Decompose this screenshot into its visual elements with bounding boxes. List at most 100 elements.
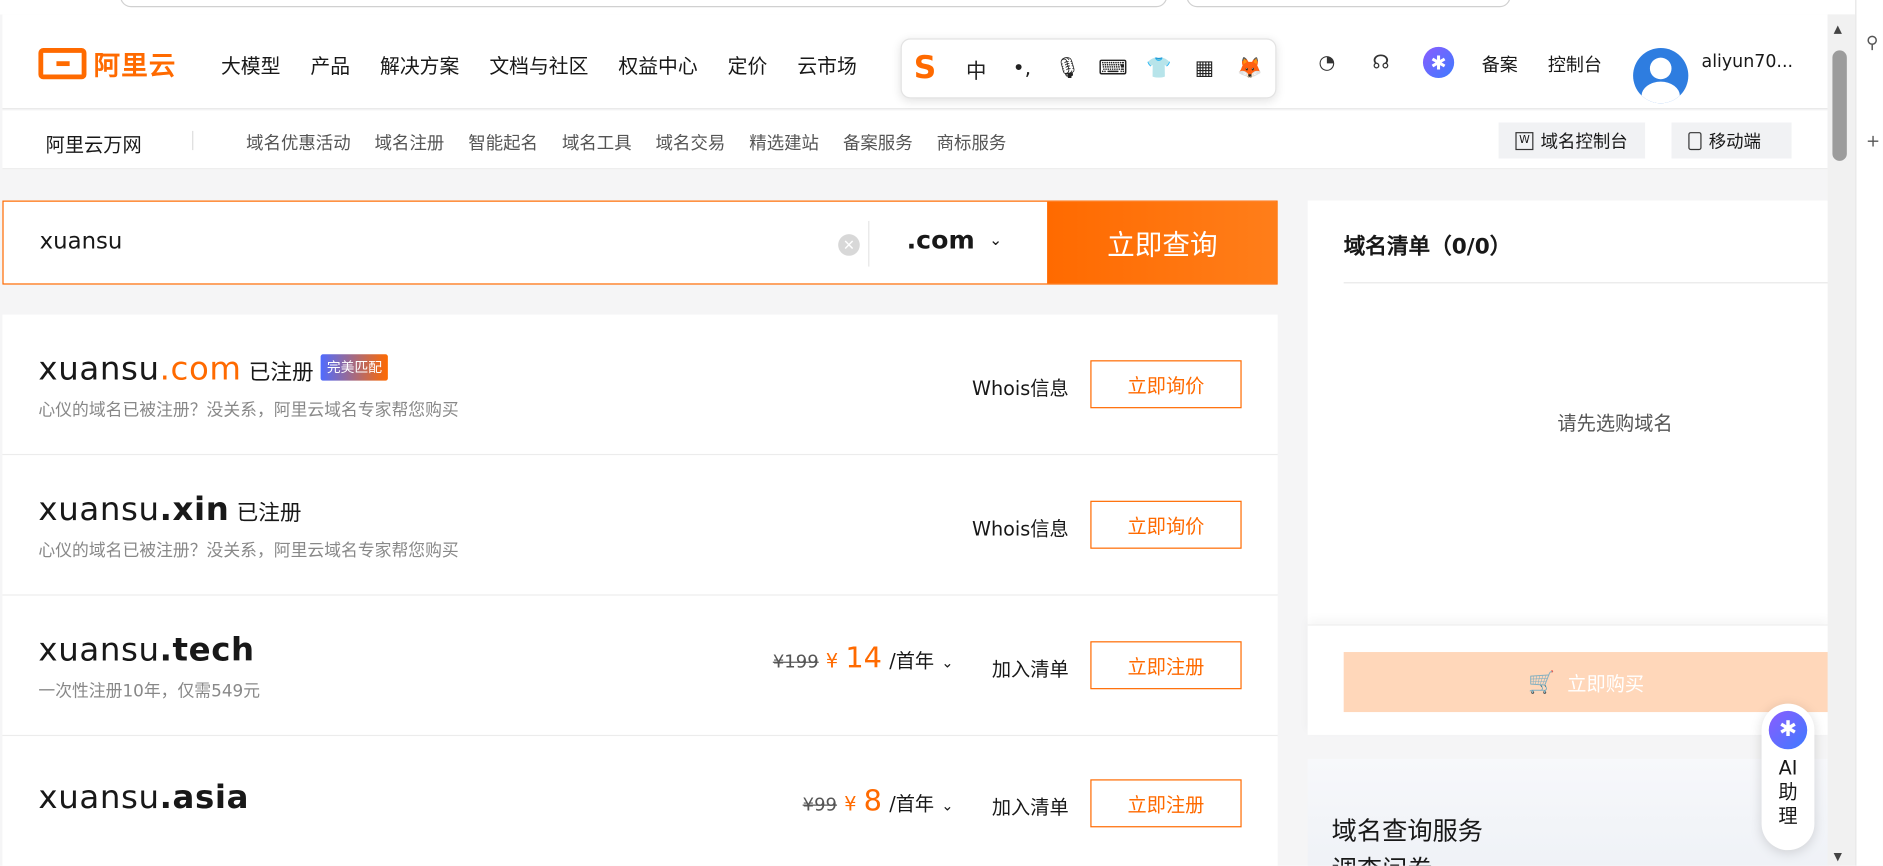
cart-footer: 🛒 立即购买 — [1307, 624, 1829, 734]
keyboard-icon[interactable]: ⌨ — [1098, 54, 1127, 83]
domain-label: xuansu — [38, 491, 160, 529]
ai-assistant-icon[interactable]: ✱ — [1422, 46, 1455, 79]
nav-item-pricing[interactable]: 定价 — [728, 50, 768, 79]
domain-console-button[interactable]: W 域名控制台 — [1498, 122, 1645, 159]
perfect-match-badge: 完美匹配 — [320, 354, 389, 381]
domain-service-banner[interactable]: 域名查询服务 调查问卷 — [1307, 758, 1829, 866]
add-icon[interactable]: + — [1866, 132, 1880, 151]
aliyun-logo-icon — [38, 48, 87, 80]
shopping-cart-icon: 🛒 — [1528, 669, 1556, 695]
beian-link[interactable]: 备案 — [1482, 52, 1518, 77]
mobile-button[interactable]: 移动端 — [1671, 122, 1792, 159]
domain-name: xuansu.xin 已注册 — [38, 491, 301, 528]
domain-name: xuansu.asia — [38, 779, 249, 816]
sogou-ime-icon[interactable]: S — [914, 53, 945, 84]
user-avatar[interactable] — [1633, 48, 1689, 104]
domain-label: xuansu — [38, 631, 160, 669]
clear-input-icon[interactable]: ✕ — [838, 234, 860, 256]
search-button[interactable]: 立即查询 — [1047, 201, 1278, 284]
username[interactable]: aliyun70... — [1702, 53, 1793, 72]
headset-support-icon[interactable]: ☊ — [1368, 48, 1394, 74]
domain-tld: .com — [159, 350, 242, 388]
aliyun-logo[interactable]: 阿里云 — [38, 44, 176, 82]
mascot-icon[interactable]: 🦊 — [1236, 54, 1265, 83]
whois-link[interactable]: Whois信息 — [972, 372, 1069, 401]
price-block[interactable]: ¥199 ¥ 14 /首年 ⌄ — [773, 641, 954, 675]
chevron-down-icon: ⌄ — [941, 797, 954, 815]
ime-lang-toggle[interactable]: 中 — [962, 54, 991, 83]
page-scrollbar[interactable]: ▲ ▼ — [1827, 14, 1856, 866]
inquire-button[interactable]: 立即询价 — [1090, 500, 1242, 549]
cart-divider — [1343, 282, 1829, 284]
console-link[interactable]: 控制台 — [1548, 52, 1602, 77]
domain-tld: .xin — [159, 491, 230, 529]
chevron-down-icon: ⌄ — [989, 231, 1003, 250]
search-icon[interactable]: ⚲ — [1866, 34, 1878, 53]
add-to-list-link[interactable]: 加入清单 — [992, 791, 1069, 820]
subnav-link-register[interactable]: 域名注册 — [375, 130, 445, 155]
subnav-link-trademark[interactable]: 商标服务 — [937, 130, 1007, 155]
domain-console-label: 域名控制台 — [1540, 132, 1628, 152]
browser-search-bar[interactable] — [1186, 0, 1511, 8]
nav-item-large-model[interactable]: 大模型 — [221, 50, 280, 79]
subnav-link-tools[interactable]: 域名工具 — [562, 130, 632, 155]
service-title: 域名查询服务 — [1331, 816, 1483, 846]
logo-text: 阿里云 — [93, 51, 177, 82]
address-bar[interactable] — [120, 0, 1168, 8]
tld-select-value: .com — [906, 225, 975, 255]
ime-toolbar: S 中 •, 🎙 ⌨ 👕 ▦ 🦊 — [900, 38, 1277, 99]
ai-assistant-float[interactable]: ✱ AI助理 — [1761, 703, 1815, 851]
nav-item-benefits[interactable]: 权益中心 — [618, 50, 697, 79]
result-row: xuansu.xin 已注册 心仪的域名已被注册？没关系，阿里云域名专家帮您购买 … — [2, 455, 1278, 596]
buy-now-button[interactable]: 🛒 立即购买 — [1343, 652, 1829, 713]
nav-item-marketplace[interactable]: 云市场 — [797, 50, 856, 79]
skin-shirt-icon[interactable]: 👕 — [1144, 54, 1173, 83]
chevron-down-icon: ⌄ — [941, 654, 954, 672]
domain-name: xuansu.com 已注册 完美匹配 — [38, 350, 389, 388]
domain-search-bar: ✕ .com ⌄ 立即查询 — [2, 200, 1278, 285]
subnav-link-beian-service[interactable]: 备案服务 — [843, 130, 913, 155]
add-to-list-link[interactable]: 加入清单 — [992, 653, 1069, 682]
domain-console-icon: W — [1515, 131, 1534, 150]
subnav-link-promotions[interactable]: 域名优惠活动 — [246, 130, 350, 155]
ai-assistant-icon: ✱ — [1768, 710, 1808, 750]
subnav-link-smart-naming[interactable]: 智能起名 — [468, 130, 538, 155]
nav-item-solutions[interactable]: 解决方案 — [380, 50, 459, 79]
ai-assistant-label: AI助理 — [1778, 756, 1798, 828]
scroll-down-icon[interactable]: ▼ — [1834, 851, 1842, 863]
whois-link[interactable]: Whois信息 — [972, 513, 1069, 542]
status-registered: 已注册 — [236, 500, 302, 526]
tld-select[interactable]: .com ⌄ — [907, 226, 1003, 255]
subnav-divider — [192, 130, 194, 151]
microphone-icon[interactable]: 🎙 — [1053, 54, 1082, 83]
cart-title: 域名清单（0/0） — [1343, 234, 1512, 260]
search-results: xuansu.com 已注册 完美匹配 心仪的域名已被注册？没关系，阿里云域名专家帮… — [2, 314, 1278, 866]
browser-top-strip — [0, 0, 1856, 15]
currency-symbol: ¥ — [844, 792, 857, 816]
apps-grid-icon[interactable]: ▦ — [1190, 54, 1219, 83]
nav-item-docs-community[interactable]: 文档与社区 — [489, 50, 588, 79]
punctuation-icon[interactable]: •, — [1007, 54, 1036, 83]
site-header: 阿里云 大模型 产品 解决方案 文档与社区 权益中心 定价 云市场 S 中 •,… — [2, 14, 1828, 110]
result-desc: 心仪的域名已被注册？没关系，阿里云域名专家帮您购买 — [38, 541, 459, 561]
domain-label: xuansu — [38, 350, 160, 388]
domain-tld: .tech — [159, 631, 255, 669]
scrollbar-thumb[interactable] — [1832, 50, 1847, 161]
scroll-up-icon[interactable]: ▲ — [1834, 24, 1842, 36]
main-nav: 大模型 产品 解决方案 文档与社区 权益中心 定价 云市场 — [221, 50, 857, 79]
register-button[interactable]: 立即注册 — [1090, 779, 1242, 828]
subnav-link-site-building[interactable]: 精选建站 — [749, 130, 819, 155]
result-row: xuansu.asia ¥99 ¥ 8 /首年 ⌄ 加入清单 立即注册 — [2, 736, 1277, 866]
result-desc: 心仪的域名已被注册？没关系，阿里云域名专家帮您购买 — [38, 401, 459, 421]
price-unit: /首年 — [889, 649, 935, 673]
subnav-title[interactable]: 阿里云万网 — [46, 128, 142, 157]
price-block[interactable]: ¥99 ¥ 8 /首年 ⌄ — [803, 784, 954, 818]
first-year-price: 14 — [845, 641, 883, 675]
speed-icon[interactable]: ◔ — [1314, 48, 1340, 74]
inquire-button[interactable]: 立即询价 — [1090, 360, 1242, 409]
subnav-link-trading[interactable]: 域名交易 — [656, 130, 726, 155]
nav-item-products[interactable]: 产品 — [310, 50, 350, 79]
register-button[interactable]: 立即注册 — [1090, 641, 1242, 690]
domain-cart-panel: 域名清单（0/0） 请先选购域名 🛒 立即购买 — [1307, 200, 1829, 735]
domain-search-input[interactable] — [39, 228, 761, 255]
